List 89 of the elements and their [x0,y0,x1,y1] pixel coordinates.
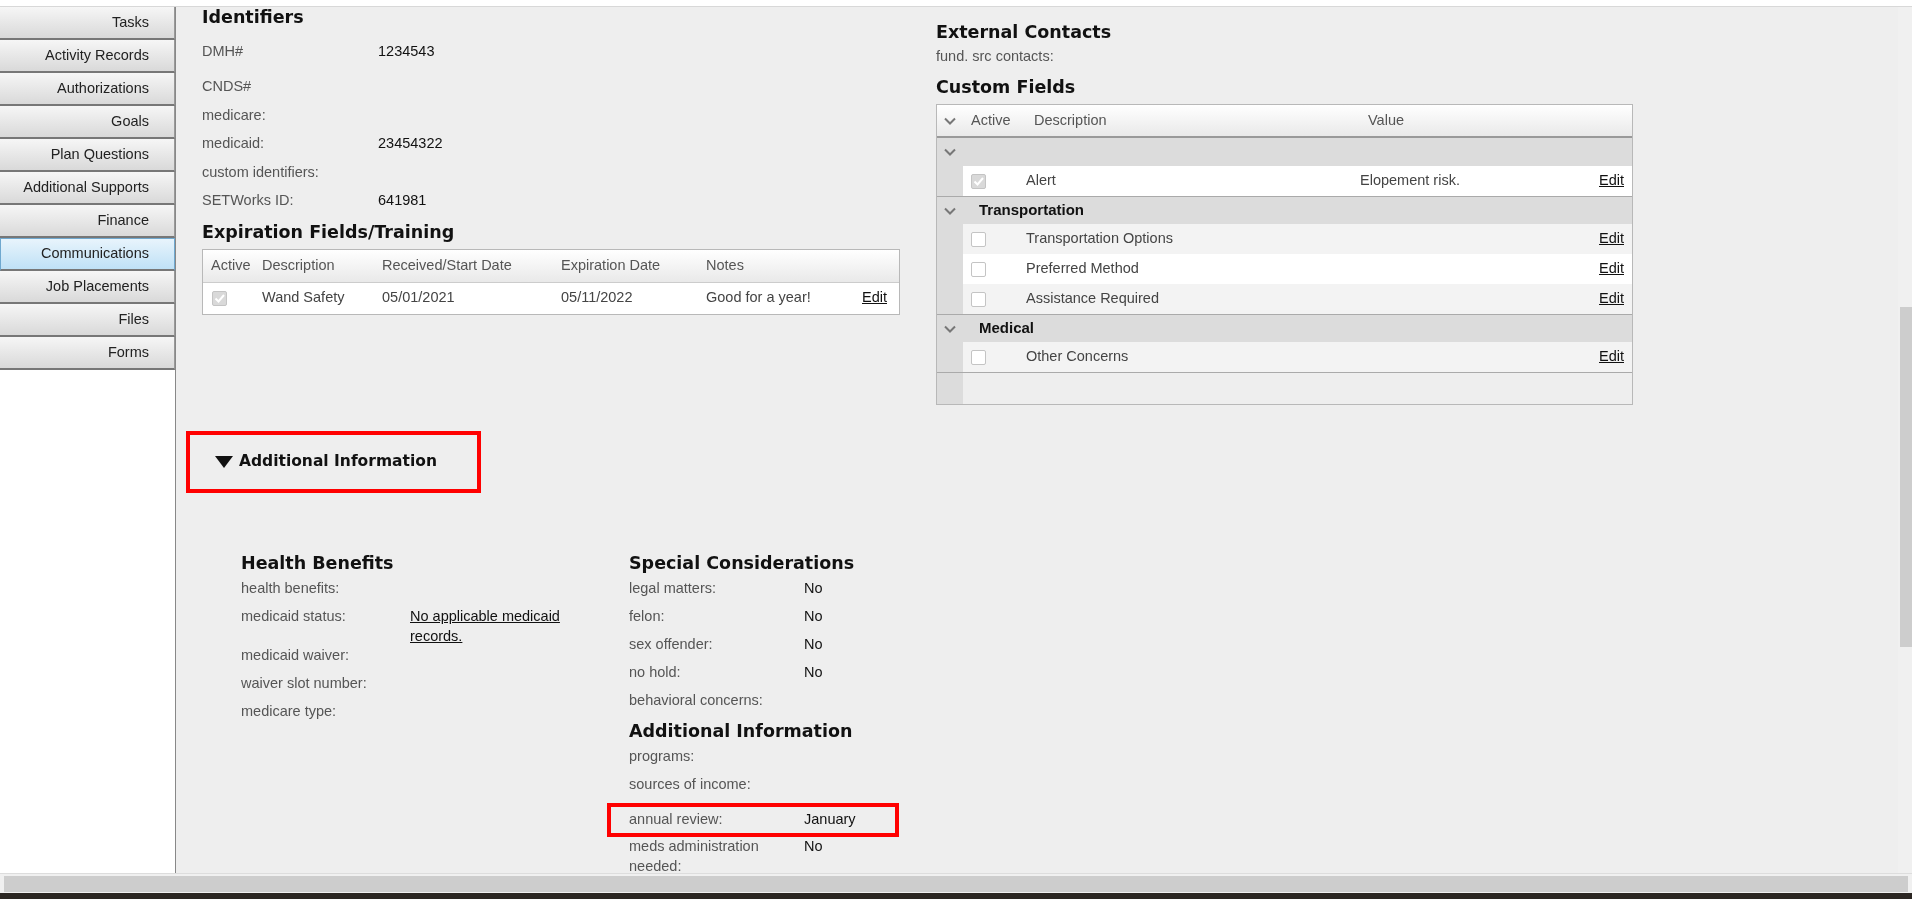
scroll-thumb[interactable] [1900,307,1912,647]
checkbox[interactable] [971,261,986,277]
field-label: sources of income: [629,775,752,794]
column-header: Active [210,255,252,275]
edit-link[interactable]: Edit [1599,346,1624,368]
chevron-icon[interactable] [944,324,956,333]
field-value: No [804,607,823,626]
sidebar-item[interactable]: Activity Records [0,40,175,73]
field-label: CNDS# [202,77,253,96]
group-heading: Medical [978,318,1035,339]
checkbox[interactable] [971,231,986,247]
checkbox[interactable] [971,173,986,189]
section-heading: Health Benefits [241,553,395,574]
section-heading: Expiration Fields/Training [202,221,456,243]
column-header: Expiration Date [561,255,662,275]
field-value: No [804,635,823,654]
field-label: felon: [629,607,666,626]
table-cell-text: Alert [1026,171,1057,191]
table-cell-text: Elopement risk. [1360,171,1461,191]
table-cell-text: Assistance Required [1026,289,1160,309]
checkbox[interactable] [212,290,227,306]
field-label: annual review: [629,810,724,830]
sidebar-item[interactable]: Authorizations [0,73,175,106]
table-cell-text: Wand Safety [262,288,346,308]
edit-link[interactable]: Edit [862,287,887,309]
chevron-icon[interactable] [944,148,956,156]
checkbox[interactable] [971,349,986,365]
field-value: 641981 [378,191,427,210]
sidebar-item[interactable]: Files [0,304,175,337]
field-label: legal matters: [629,579,718,598]
field-value: 1234543 [378,42,435,61]
field-label: SETWorks ID: [202,191,295,210]
section-heading: Identifiers [202,7,305,28]
field-label: DMH# [202,42,245,61]
field-label: medicare type: [241,702,338,722]
table-cell-text: Transportation Options [1026,229,1174,249]
field-value: No [804,663,823,682]
field-label: medicaid waiver: [241,646,350,666]
chevron-icon[interactable] [944,116,956,125]
chevron-icon[interactable] [944,206,956,215]
sidebar-item[interactable]: Forms [0,337,175,370]
field-label: medicaid: [202,134,266,153]
table-cell-text: 05/01/2021 [382,288,456,308]
section-heading: Custom Fields [936,77,1077,98]
column-header: Description [262,255,336,275]
field-label: medicare: [202,105,267,125]
field-value: 23454322 [378,134,443,153]
field-label: medicaid status: [241,607,347,626]
section-toggle[interactable]: Additional Information [239,450,437,474]
column-header: Value [1368,110,1405,130]
edit-link[interactable]: Edit [1599,170,1624,192]
sidebar-item[interactable]: Goals [0,106,175,139]
field-label: behavioral concerns: [629,691,764,710]
field-label: waiver slot number: [241,674,368,694]
edit-link[interactable]: Edit [1599,228,1624,250]
field-value: No [804,837,823,856]
field-label: sex offender: [629,635,714,654]
checkbox[interactable] [971,291,986,307]
column-header: Description [1034,110,1108,130]
vertical-scrollbar[interactable] [1898,7,1912,873]
table-cell-text: Preferred Method [1026,259,1140,279]
sidebar-item[interactable]: Tasks [0,7,175,40]
field-label: meds administration needed: [629,837,760,873]
field-label: fund. src contacts: [936,47,1055,66]
table-cell-text: Other Concerns [1026,347,1130,367]
field-label: health benefits: [241,579,341,598]
triangle-icon[interactable] [215,456,233,468]
edit-link[interactable]: Edit [1599,258,1624,280]
edit-link[interactable]: Edit [1599,288,1624,310]
field-value: No [804,579,823,598]
table-cell-text: 05/11/2022 [561,288,634,308]
field-label: programs: [629,747,696,766]
column-header: Active [970,110,1012,130]
medicaid-status-link[interactable]: No applicable medicaid records. [410,607,600,647]
field-label: custom identifiers: [202,162,320,182]
section-heading: Additional Information [629,721,854,742]
column-header: Notes [706,255,745,275]
group-heading: Transportation [978,200,1084,221]
sidebar-item[interactable]: Plan Questions [0,139,175,172]
section-heading: Special Considerations [629,553,856,574]
sidebar-item[interactable]: Finance [0,205,175,238]
section-heading: External Contacts [936,22,1113,43]
field-label: no hold: [629,663,682,682]
sidebar-item[interactable]: Communications [0,238,175,271]
sidebar-item[interactable]: Job Placements [0,271,175,304]
column-header: Received/Start Date [382,255,513,275]
sidebar-item[interactable]: Additional Supports [0,172,175,205]
field-value: January [804,810,856,830]
table-cell-text: Good for a year! [706,288,812,308]
